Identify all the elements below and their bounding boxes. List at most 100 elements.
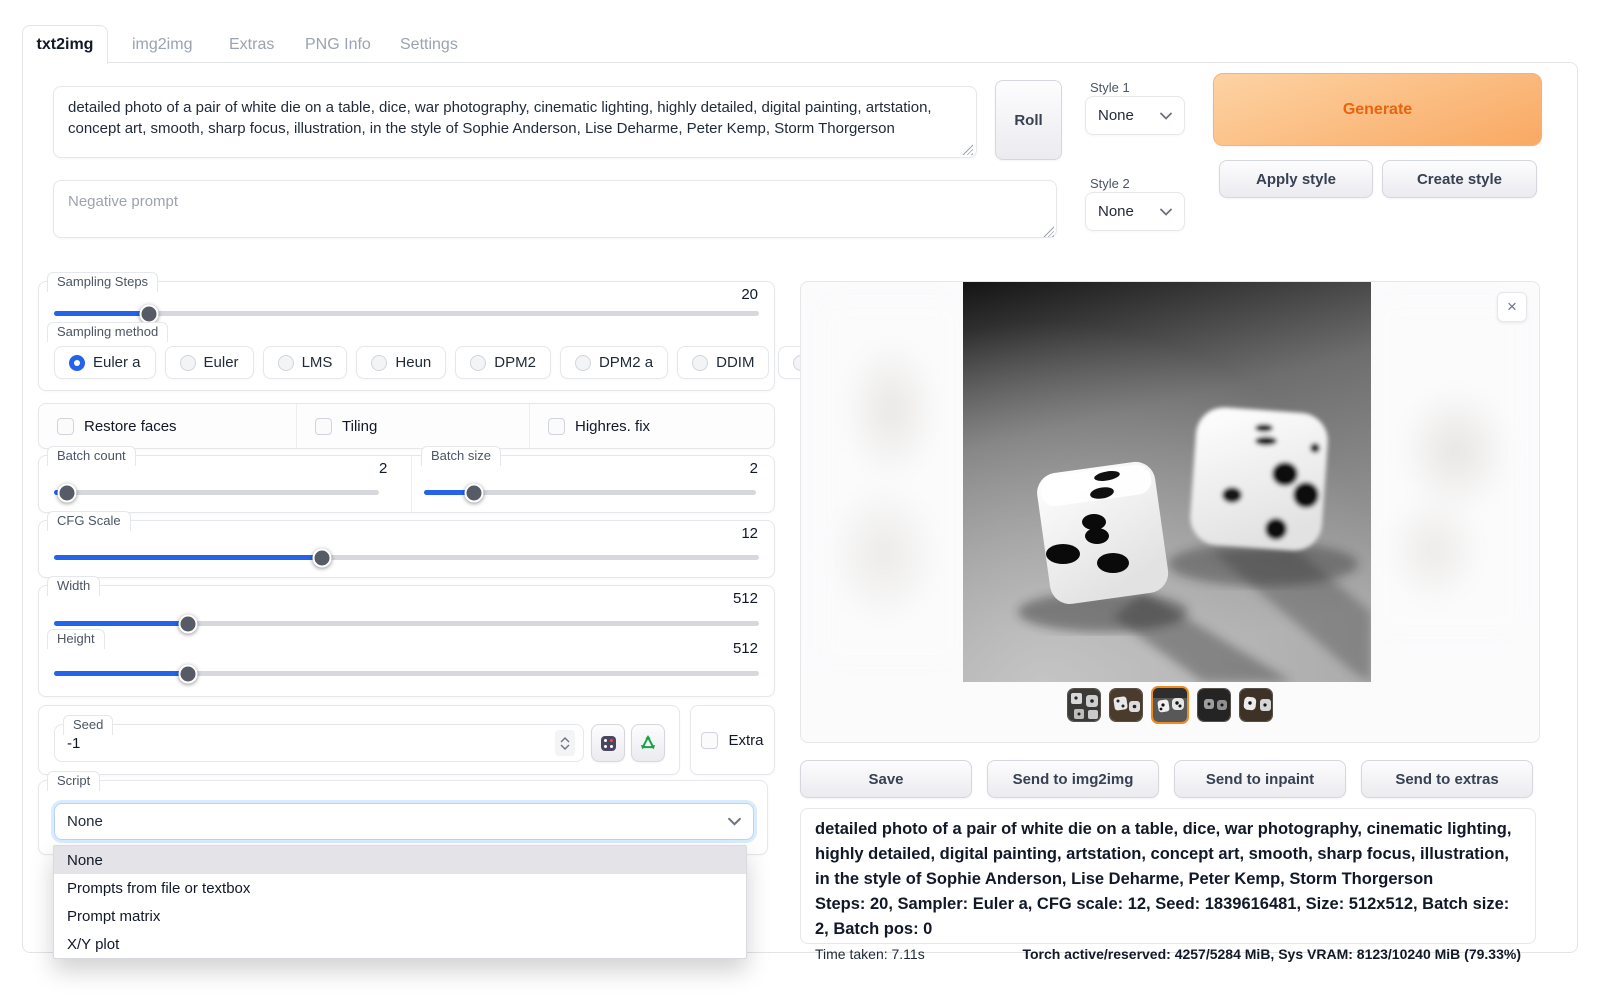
cfg-scale-slider[interactable] bbox=[54, 555, 759, 560]
width-slider-thumb[interactable] bbox=[178, 614, 197, 633]
restore-faces-label: Restore faces bbox=[84, 418, 177, 435]
sampler-label: Euler a bbox=[93, 354, 141, 371]
gallery-thumbnail-selected[interactable] bbox=[1151, 686, 1189, 724]
size-panel: Width 512 Height 512 bbox=[38, 585, 775, 697]
sampler-label: LMS bbox=[302, 354, 333, 371]
batch-size-label: Batch size bbox=[421, 446, 501, 466]
highres-fix-checkbox-item[interactable]: Highres. fix bbox=[529, 404, 774, 448]
height-slider[interactable] bbox=[54, 671, 759, 676]
script-value: None bbox=[67, 813, 103, 830]
script-option-prompts-from-file[interactable]: Prompts from file or textbox bbox=[54, 874, 746, 902]
sampling-method-label: Sampling method bbox=[47, 322, 168, 342]
create-style-button[interactable]: Create style bbox=[1382, 160, 1537, 198]
send-to-img2img-button[interactable]: Send to img2img bbox=[987, 760, 1159, 798]
gallery-thumbnails bbox=[801, 688, 1539, 724]
stepper-up-icon[interactable] bbox=[560, 737, 570, 743]
close-icon[interactable]: × bbox=[1497, 292, 1527, 322]
seed-stepper[interactable] bbox=[555, 730, 575, 756]
gallery-thumbnail[interactable] bbox=[1109, 688, 1143, 722]
random-seed-button[interactable] bbox=[591, 724, 625, 762]
dice-icon bbox=[600, 735, 617, 752]
tab-settings[interactable]: Settings bbox=[400, 25, 458, 64]
batch-size-slider-thumb[interactable] bbox=[464, 483, 483, 502]
highres-fix-label: Highres. fix bbox=[575, 418, 650, 435]
script-select[interactable]: None bbox=[54, 803, 754, 840]
tab-txt2img[interactable]: txt2img bbox=[22, 25, 108, 64]
sampler-label: Heun bbox=[395, 354, 431, 371]
tab-img2img[interactable]: img2img bbox=[132, 25, 192, 64]
gallery-thumbnail[interactable] bbox=[1197, 688, 1231, 722]
style1-select[interactable]: None bbox=[1085, 96, 1185, 135]
seed-input[interactable] bbox=[67, 735, 555, 752]
sampling-steps-slider[interactable] bbox=[54, 311, 759, 316]
height-label: Height bbox=[47, 629, 105, 649]
gallery-thumbnail[interactable] bbox=[1067, 688, 1101, 722]
cfg-scale-label: CFG Scale bbox=[47, 511, 131, 531]
sampler-heun[interactable]: Heun bbox=[356, 346, 446, 379]
negative-prompt-input[interactable] bbox=[53, 180, 1057, 238]
send-to-extras-button[interactable]: Send to extras bbox=[1361, 760, 1533, 798]
sampler-ddim[interactable]: DDIM bbox=[677, 346, 769, 379]
sampling-steps-slider-thumb[interactable] bbox=[140, 304, 159, 323]
prompt-input[interactable]: detailed photo of a pair of white die on… bbox=[53, 86, 977, 158]
cfg-panel: CFG Scale 12 bbox=[38, 520, 775, 578]
batch-size-slider[interactable] bbox=[424, 490, 756, 495]
style2-select[interactable]: None bbox=[1085, 192, 1185, 231]
apply-style-button[interactable]: Apply style bbox=[1219, 160, 1373, 198]
batch-count-label: Batch count bbox=[47, 446, 136, 466]
generation-info-box: detailed photo of a pair of white die on… bbox=[800, 808, 1536, 944]
highres-fix-checkbox[interactable] bbox=[548, 418, 565, 435]
sampler-label: DPM2 a bbox=[599, 354, 653, 371]
style1-value: None bbox=[1098, 107, 1134, 124]
script-dropdown-menu: None Prompts from file or textbox Prompt… bbox=[53, 845, 747, 959]
reuse-seed-button[interactable] bbox=[631, 724, 665, 762]
script-option-xy-plot[interactable]: X/Y plot bbox=[54, 930, 746, 958]
height-slider-thumb[interactable] bbox=[178, 664, 197, 683]
toggles-panel: Restore faces Tiling Highres. fix bbox=[38, 403, 775, 449]
batch-size-value: 2 bbox=[750, 460, 758, 477]
style1-label: Style 1 bbox=[1090, 80, 1130, 95]
cfg-scale-slider-thumb[interactable] bbox=[312, 548, 331, 567]
batch-count-slider[interactable] bbox=[54, 490, 379, 495]
width-slider[interactable] bbox=[54, 621, 759, 626]
vram-usage-text: Torch active/reserved: 4257/5284 MiB, Sy… bbox=[1022, 946, 1521, 962]
radio-icon bbox=[470, 355, 486, 371]
sampler-label: DDIM bbox=[716, 354, 754, 371]
script-option-prompt-matrix[interactable]: Prompt matrix bbox=[54, 902, 746, 930]
tiling-checkbox-item[interactable]: Tiling bbox=[296, 404, 529, 448]
batch-count-slider-thumb[interactable] bbox=[58, 483, 77, 502]
gallery-next-image-blurred[interactable] bbox=[1376, 302, 1521, 632]
time-taken-text: Time taken: 7.11s bbox=[815, 946, 925, 962]
restore-faces-checkbox[interactable] bbox=[57, 418, 74, 435]
restore-faces-checkbox-item[interactable]: Restore faces bbox=[39, 418, 296, 435]
radio-icon bbox=[692, 355, 708, 371]
extra-label: Extra bbox=[728, 732, 763, 749]
generation-info-params: Steps: 20, Sampler: Euler a, CFG scale: … bbox=[815, 892, 1521, 942]
sampler-dpm2[interactable]: DPM2 bbox=[455, 346, 551, 379]
radio-icon bbox=[575, 355, 591, 371]
extra-panel: Extra bbox=[690, 705, 775, 775]
send-to-inpaint-button[interactable]: Send to inpaint bbox=[1174, 760, 1346, 798]
gallery-prev-image-blurred[interactable] bbox=[821, 302, 961, 662]
tiling-checkbox[interactable] bbox=[315, 418, 332, 435]
sampling-panel: Sampling Steps 20 Sampling method Euler … bbox=[38, 281, 775, 391]
sampler-lms[interactable]: LMS bbox=[263, 346, 348, 379]
save-button[interactable]: Save bbox=[800, 760, 972, 798]
tab-png-info[interactable]: PNG Info bbox=[305, 25, 371, 64]
sampler-label: DPM2 bbox=[494, 354, 536, 371]
seed-panel: Seed bbox=[38, 705, 680, 775]
sampler-euler-a[interactable]: Euler a bbox=[54, 346, 156, 379]
seed-label: Seed bbox=[63, 715, 113, 735]
sampler-dpm2-a[interactable]: DPM2 a bbox=[560, 346, 668, 379]
extra-checkbox[interactable] bbox=[701, 732, 718, 749]
extra-checkbox-item[interactable]: Extra bbox=[701, 732, 763, 749]
roll-button[interactable]: Roll bbox=[995, 80, 1062, 160]
stepper-down-icon[interactable] bbox=[560, 744, 570, 750]
tab-extras[interactable]: Extras bbox=[229, 25, 274, 64]
generate-button[interactable]: Generate bbox=[1213, 73, 1542, 146]
sampler-euler[interactable]: Euler bbox=[165, 346, 254, 379]
width-value: 512 bbox=[733, 590, 758, 607]
script-option-none[interactable]: None bbox=[54, 846, 746, 874]
gallery-thumbnail[interactable] bbox=[1239, 688, 1273, 722]
generated-image-dice[interactable] bbox=[963, 282, 1371, 682]
